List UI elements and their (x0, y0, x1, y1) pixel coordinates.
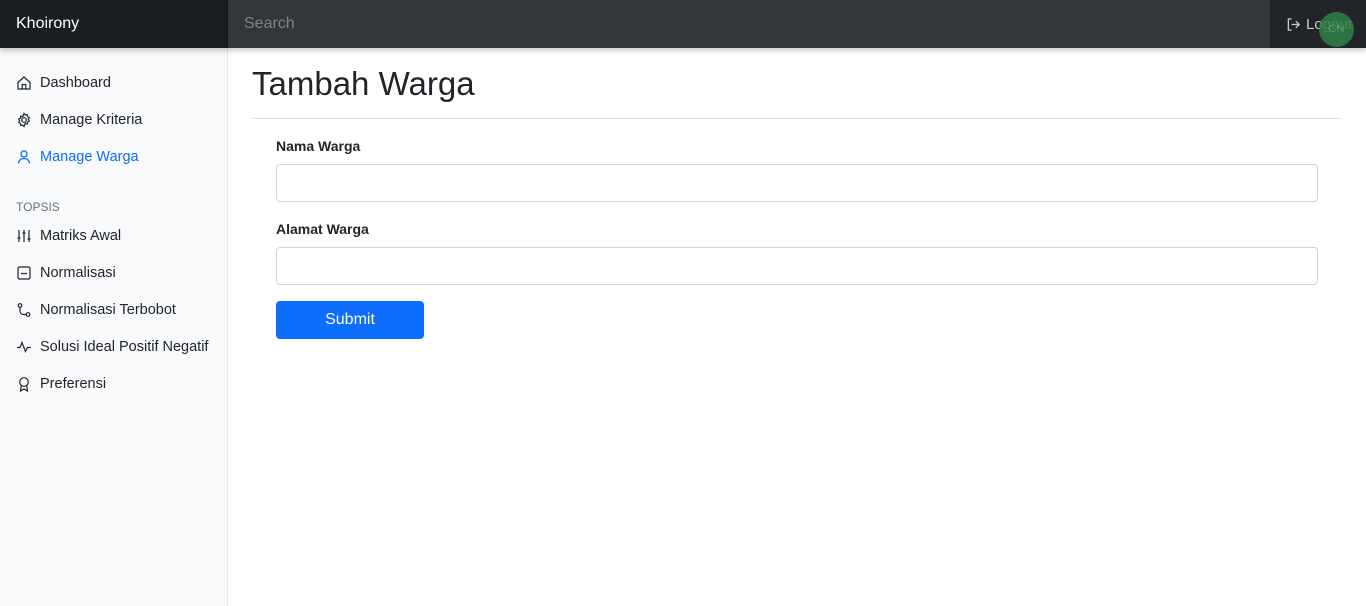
sidebar-item-label: Dashboard (40, 75, 111, 91)
gear-icon (16, 112, 32, 128)
nama-warga-label: Nama Warga (276, 138, 361, 154)
sidebar-item-preferensi[interactable]: Preferensi (16, 372, 106, 396)
brand-logo[interactable]: Khoirony (0, 0, 228, 48)
avatar[interactable]: CN (1319, 12, 1354, 47)
title-divider (252, 118, 1341, 119)
award-icon (16, 376, 32, 392)
sidebar-section-heading: TOPSIS (16, 200, 60, 214)
sidebar-item-label: Preferensi (40, 376, 107, 392)
sidebar-item-label: Normalisasi Terbobot (40, 302, 176, 318)
sidebar-item-label: Manage Warga (40, 149, 139, 165)
logout-icon (1287, 17, 1301, 31)
home-icon (16, 75, 32, 91)
sidebar-item-dashboard[interactable]: Dashboard (16, 71, 111, 95)
sidebar-item-label: Manage Kriteria (40, 112, 143, 128)
sidebar-item-matriks-awal[interactable]: Matriks Awal (16, 224, 121, 248)
sidebar-item-manage-warga[interactable]: Manage Warga (16, 145, 139, 169)
user-icon (16, 149, 32, 165)
page-title: Tambah Warga (252, 65, 475, 102)
sidebar-item-normalisasi[interactable]: Normalisasi (16, 261, 116, 285)
sidebar-item-label: Matriks Awal (40, 228, 122, 244)
git-commit-icon (16, 302, 32, 318)
sidebar-item-label: Normalisasi (40, 265, 116, 281)
sidebar-item-label: Solusi Ideal Positif Negatif (40, 339, 209, 355)
nama-warga-input[interactable] (276, 164, 1318, 202)
sidebar-item-solusi-ideal[interactable]: Solusi Ideal Positif Negatif (16, 335, 208, 359)
sidebar: Dashboard Manage Kriteria Manage Warga T… (0, 48, 228, 606)
alamat-warga-input[interactable] (276, 247, 1318, 285)
search-input[interactable] (228, 0, 1270, 48)
sidebar-item-normalisasi-terbobot[interactable]: Normalisasi Terbobot (16, 298, 176, 322)
top-navbar: Khoirony Logout CN (0, 0, 1366, 48)
submit-button[interactable]: Submit (276, 301, 424, 339)
sidebar-item-manage-kriteria[interactable]: Manage Kriteria (16, 108, 142, 132)
sliders-icon (16, 228, 32, 244)
alamat-warga-label: Alamat Warga (276, 221, 369, 237)
minus-square-icon (16, 265, 32, 281)
main-content: Tambah Warga Nama Warga Alamat Warga Sub… (228, 48, 1366, 606)
activity-icon (16, 339, 32, 355)
